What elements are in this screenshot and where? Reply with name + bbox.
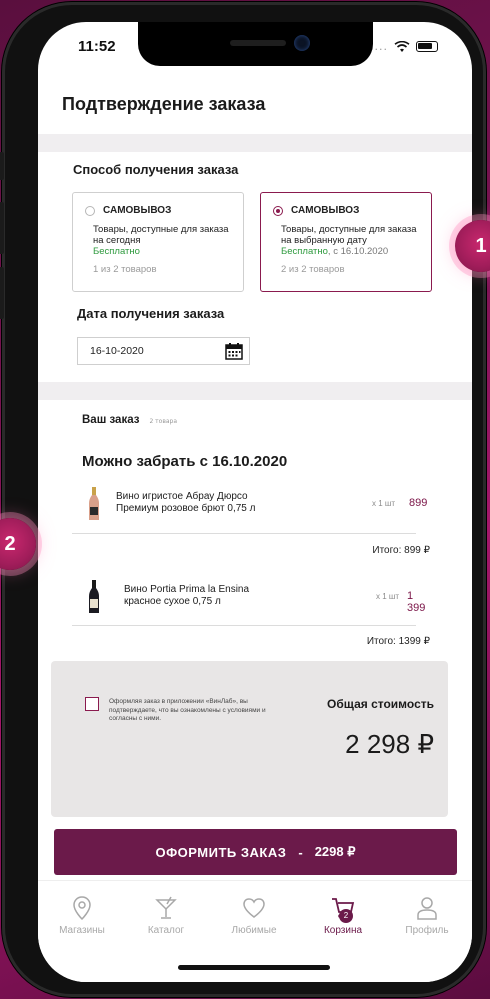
option-description: Товары, доступные для заказа на выбранну… (281, 224, 417, 246)
tab-label: Корзина (323, 925, 363, 936)
notch (138, 22, 373, 66)
submit-order-button[interactable]: ОФОРМИТЬ ЗАКАЗ - 2298 ₽ (54, 829, 457, 875)
option-item-count: 1 из 2 товаров (93, 264, 157, 275)
agreement-checkbox[interactable] (85, 697, 99, 711)
page-title: Подтверждение заказа (62, 94, 266, 114)
tab-catalog[interactable]: Каталог (126, 895, 206, 936)
radio-selected[interactable] (273, 205, 283, 216)
section-divider (38, 134, 472, 152)
volume-up-button (0, 202, 4, 254)
location-pin-icon (73, 896, 91, 921)
radio-unselected[interactable] (85, 205, 95, 216)
option-free-label: Бесплатно (281, 246, 328, 257)
item-subtotal: Итого: 1399 ₽ (366, 636, 430, 647)
tab-label: Каталог (147, 925, 185, 936)
total-label: Общая стоимость (327, 697, 434, 711)
option-label: САМОВЫВОЗ (291, 205, 360, 216)
order-item[interactable]: Вино игристое Абрау Дюрсо Премиум розово… (82, 487, 432, 527)
order-header: Ваш заказ 2 товара (82, 414, 177, 426)
wine-bottle-icon (89, 487, 99, 520)
order-count: 2 товара (149, 418, 178, 425)
cocktail-glass-icon (155, 896, 177, 919)
item-subtotal: Итого: 899 ₽ (372, 545, 430, 556)
mute-switch (0, 152, 4, 180)
option-description: Товары, доступные для заказа на сегодня (93, 224, 229, 246)
item-name-line2: Премиум розовое брют 0,75 л (116, 503, 256, 514)
tab-favorites[interactable]: Любимые (214, 895, 294, 936)
submit-dash: - (298, 844, 303, 860)
date-section-title: Дата получения заказа (77, 306, 225, 321)
delivery-option-today[interactable]: САМОВЫВОЗ Товары, доступные для заказа н… (72, 192, 244, 292)
tab-label: Профиль (405, 925, 449, 936)
item-name-line1: Вино игристое Абрау Дюрсо (116, 491, 248, 502)
volume-down-button (0, 267, 4, 319)
phone-frame: 11:52 .... Подтверждение заказа Способ п… (0, 2, 486, 997)
item-quantity: x 1 шт (372, 499, 395, 508)
status-time: 11:52 (78, 38, 116, 55)
calendar-icon[interactable] (225, 342, 243, 360)
tab-label: Магазины (59, 925, 105, 936)
item-divider (72, 533, 416, 534)
home-indicator (178, 965, 330, 970)
pickup-title: Можно забрать с 16.10.2020 (82, 453, 288, 470)
person-icon (417, 897, 437, 920)
tab-cart[interactable]: 2 Корзина (303, 895, 383, 936)
total-value: 2 298 ₽ (345, 729, 434, 759)
option-date: , с 16.10.2020 (327, 246, 389, 257)
submit-label: ОФОРМИТЬ ЗАКАЗ (155, 844, 287, 860)
tab-stores[interactable]: Магазины (42, 895, 122, 936)
status-icons: .... (370, 40, 438, 53)
option-item-count: 2 из 2 товаров (281, 264, 345, 275)
tab-profile[interactable]: Профиль (387, 895, 467, 936)
battery-icon (416, 41, 438, 52)
pickup-date-field[interactable]: 16-10-2020 (77, 337, 250, 365)
item-divider (72, 625, 416, 626)
order-item[interactable]: Вино Portia Prima la Ensina красное сухо… (82, 580, 432, 620)
option-free-label: Бесплатно (93, 246, 140, 257)
order-title: Ваш заказ (82, 414, 140, 426)
item-quantity: x 1 шт (376, 592, 399, 601)
delivery-option-date[interactable]: САМОВЫВОЗ Товары, доступные для заказа н… (260, 192, 432, 292)
pickup-date-value: 16-10-2020 (90, 345, 144, 357)
delivery-section-title: Способ получения заказа (73, 162, 239, 177)
speaker (230, 40, 286, 46)
order-summary: Оформляя заказ в приложении «ВинЛаб», вы… (51, 661, 448, 817)
item-name-line1: Вино Portia Prima la Ensina (124, 584, 250, 595)
front-camera (294, 35, 310, 51)
item-name-line2: красное сухое 0,75 л (124, 596, 221, 607)
submit-price: 2298 ₽ (314, 844, 356, 859)
heart-icon (243, 898, 265, 918)
wine-bottle-icon (89, 580, 99, 613)
agreement-text: Оформляя заказ в приложении «ВинЛаб», вы… (109, 698, 266, 722)
tab-label: Любимые (231, 925, 277, 936)
option-label: САМОВЫВОЗ (103, 205, 172, 216)
section-divider (38, 382, 472, 400)
item-price: 1 399 (407, 590, 426, 614)
cart-badge: 2 (339, 909, 353, 923)
app-screen: 11:52 .... Подтверждение заказа Способ п… (38, 22, 472, 982)
item-price: 899 (409, 497, 428, 509)
wifi-icon (394, 40, 410, 52)
